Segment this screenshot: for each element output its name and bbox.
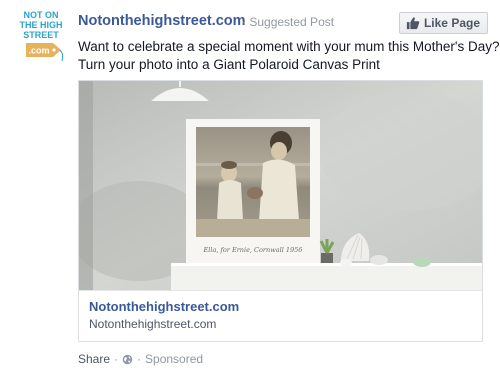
logo-line-1: NOT ON xyxy=(24,10,59,20)
logo-tag-text: .com xyxy=(28,46,49,56)
footer-separator-1: · xyxy=(114,352,119,366)
link-card[interactable]: Ella, for Ernie, Cornwall 1956 Notontheh… xyxy=(78,80,483,342)
logo-line-3: STREET xyxy=(23,30,59,40)
polaroid-caption: Ella, for Ernie, Cornwall 1956 xyxy=(203,246,303,254)
caption-line-1: Want to celebrate a special moment with … xyxy=(78,39,500,54)
ad-photo[interactable]: Ella, for Ernie, Cornwall 1956 xyxy=(79,81,482,290)
like-page-button[interactable]: Like Page xyxy=(398,12,488,34)
globe-icon[interactable] xyxy=(122,354,133,365)
share-link[interactable]: Share xyxy=(78,352,110,366)
card-title[interactable]: Notonthehighstreet.com xyxy=(89,299,472,315)
page-name-link[interactable]: Notonthehighstreet.com xyxy=(78,13,246,29)
post-actions: Share · · Sponsored xyxy=(78,352,203,366)
footer-separator-2: · xyxy=(137,352,142,366)
thumbs-up-icon xyxy=(406,17,420,30)
post-header: Notonthehighstreet.com · Suggested Post … xyxy=(78,12,488,34)
like-page-label: Like Page xyxy=(423,16,480,30)
caption-line-2: Turn your photo into a Giant Polaroid Ca… xyxy=(78,57,380,72)
suggested-text: Suggested Post xyxy=(249,15,335,29)
card-footer[interactable]: Notonthehighstreet.com Notonthehighstree… xyxy=(79,290,482,341)
page-logo[interactable]: NOT ON THE HIGH STREET .com xyxy=(17,9,65,67)
post-caption: Want to celebrate a special moment with … xyxy=(78,38,500,74)
header-separator: · xyxy=(242,15,246,29)
sponsored-label[interactable]: Sponsored xyxy=(145,352,203,366)
logo-line-2: THE HIGH xyxy=(19,20,62,30)
suggested-label: · Suggested Post xyxy=(242,15,334,29)
card-domain: Notonthehighstreet.com xyxy=(89,317,217,331)
